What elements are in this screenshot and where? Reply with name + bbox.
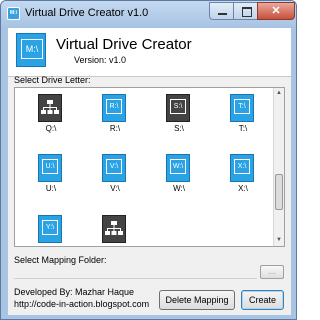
close-icon: ✕ [271,5,281,17]
mapping-folder-label: Select Mapping Folder: [14,255,107,265]
network-drive-icon [102,215,126,243]
drive-item-t[interactable]: T:\ T:\ [223,94,263,142]
mapping-folder-field[interactable] [14,267,257,279]
drive-item-r[interactable]: R:\ R:\ [95,94,135,142]
app-version: Version: v1.0 [74,55,127,65]
maximize-button[interactable] [233,2,258,20]
drive-icon: R:\ [102,94,126,122]
drive-icon: V:\ [102,154,126,182]
scroll-down-icon[interactable]: ▼ [274,235,284,246]
drive-item-y[interactable]: Y:\ [31,215,71,246]
drive-caption: X:\ [238,184,248,193]
drive-item-s[interactable]: S:\ S:\ [159,94,199,142]
drive-icon-letter: R:\ [106,99,122,114]
drive-icon: U:\ [38,154,62,182]
drive-item-network[interactable] [95,215,135,246]
drive-item-x[interactable]: X:\ X:\ [223,154,263,202]
drive-icon-letter: S:\ [170,99,186,114]
drive-item-q[interactable]: Q:\ [31,94,71,142]
title-bar[interactable]: M:\ Virtual Drive Creator v1.0 ✕ [1,1,296,28]
drive-list-scrollbar[interactable]: ▲ ▼ [273,88,284,246]
website-url: http://code-in-action.blogspot.com [14,299,150,309]
drive-icon-letter: Y:\ [42,220,58,235]
drive-caption: V:\ [110,184,120,193]
logo-drive-icon: M:\ [21,39,43,59]
drive-icon-letter: V:\ [106,159,122,174]
client-area: M:\ Virtual Drive Creator Version: v1.0 … [8,28,291,315]
drive-icon: W:\ [166,154,190,182]
drive-item-w[interactable]: W:\ W:\ [159,154,199,202]
drive-caption: U:\ [45,184,57,193]
minimize-button[interactable] [209,2,234,20]
drive-caption: R:\ [109,124,121,133]
drive-caption: S:\ [174,124,184,133]
drive-icon-letter: T:\ [234,99,250,114]
window-title: Virtual Drive Creator v1.0 [25,7,149,19]
app-window: M:\ Virtual Drive Creator v1.0 ✕ M:\ Vir… [0,0,297,320]
drive-icon-letter: U:\ [42,159,58,174]
drive-icon-letter: W:\ [170,159,186,174]
browse-button[interactable]: ... [260,265,284,279]
drive-item-u[interactable]: U:\ U:\ [31,154,71,202]
header-banner: M:\ Virtual Drive Creator Version: v1.0 [8,28,291,76]
create-button[interactable]: Create [241,290,284,310]
scroll-up-icon[interactable]: ▲ [274,88,284,99]
drive-icon-letter: X:\ [234,159,250,174]
drive-item-v[interactable]: V:\ V:\ [95,154,135,202]
drive-letter-label: Select Drive Letter: [14,75,91,85]
drive-icon: T:\ [230,94,254,122]
logo: M:\ [16,33,46,67]
app-icon: M:\ [7,7,20,20]
drive-caption: T:\ [238,124,248,133]
developer-credit: Developed By: Mazhar Haque [14,287,135,297]
drive-caption: W:\ [173,184,185,193]
drive-list[interactable]: Q:\ R:\ R:\ S:\ S:\ T:\ T:\ U:\ U:\ V:\ … [14,87,285,247]
close-button[interactable]: ✕ [257,2,295,20]
drive-used-icon: S:\ [166,94,190,122]
network-drive-icon [38,94,62,122]
drive-icon: X:\ [230,154,254,182]
delete-mapping-button[interactable]: Delete Mapping [159,290,235,310]
drive-icon: Y:\ [38,215,62,243]
scroll-thumb[interactable] [275,174,283,210]
app-title: Virtual Drive Creator [56,36,192,53]
drive-caption: Q:\ [45,124,57,133]
